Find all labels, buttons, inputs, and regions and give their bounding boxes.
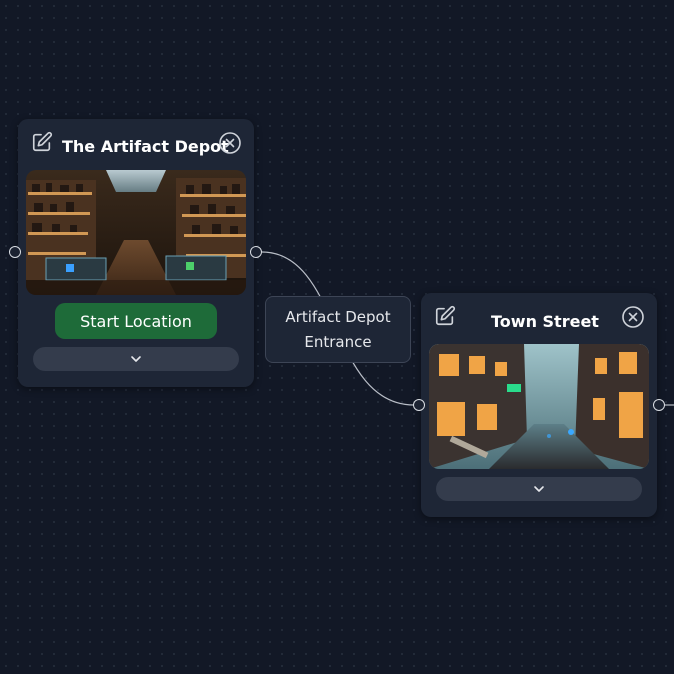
node-header: Town Street <box>421 293 657 343</box>
start-location-button[interactable]: Start Location <box>55 303 217 339</box>
node-title: The Artifact Depot <box>62 137 229 156</box>
node-title: Town Street <box>491 312 599 331</box>
expand-button[interactable] <box>436 477 642 501</box>
chevron-down-icon <box>533 480 545 498</box>
location-image <box>26 170 246 295</box>
node-town-street[interactable]: Town Street <box>421 293 657 517</box>
node-town-street-output-handle[interactable] <box>653 399 665 411</box>
node-town-street-input-handle[interactable] <box>413 399 425 411</box>
edge-label[interactable]: Artifact Depot Entrance <box>265 296 411 363</box>
close-circle-icon[interactable] <box>621 305 645 334</box>
edge-label-line2: Entrance <box>304 332 372 351</box>
edge-label-line1: Artifact Depot <box>285 307 391 326</box>
close-circle-icon[interactable] <box>218 131 242 160</box>
edit-icon[interactable] <box>31 131 53 158</box>
node-artifact-depot-output-handle[interactable] <box>250 246 262 258</box>
chevron-down-icon <box>130 350 142 368</box>
expand-button[interactable] <box>33 347 239 371</box>
edit-icon[interactable] <box>434 305 456 332</box>
node-header: The Artifact Depot <box>18 119 254 169</box>
location-image <box>429 344 649 469</box>
node-artifact-depot-input-handle[interactable] <box>9 246 21 258</box>
node-artifact-depot[interactable]: The Artifact Depot Start Location <box>18 119 254 387</box>
